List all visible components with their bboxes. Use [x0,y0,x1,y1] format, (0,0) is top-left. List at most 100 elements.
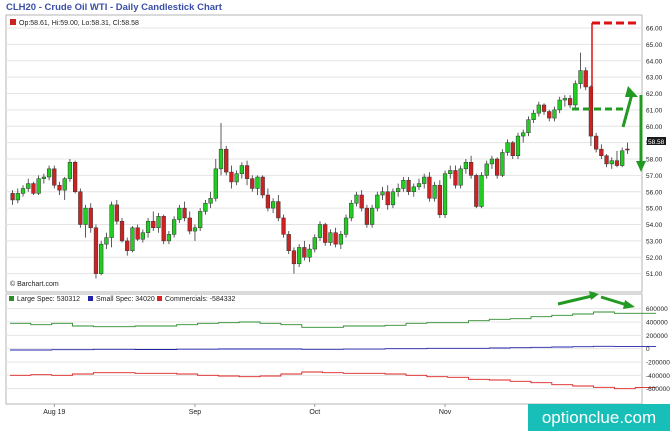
price-tick-label: 52.00 [646,255,663,262]
chart-canvas: CLH20 - Crude Oil WTI - Daily Candlestic… [0,0,670,431]
candle-body [99,243,104,274]
candle-body [234,173,239,183]
chart-title: CLH20 - Crude Oil WTI - Daily Candlestic… [6,2,223,13]
candle-body [57,184,62,191]
candle-body [328,232,333,243]
candle-body [541,104,547,112]
candle-body [390,191,396,206]
small-spec-swatch [88,296,93,301]
x-tick-label: Nov [439,409,452,416]
candle-body [104,237,109,245]
brand-text: optionclue.com [542,408,656,427]
candle-body [338,234,343,245]
candle-body [31,183,36,194]
candle-body [83,207,88,225]
price-tick-label: 62.00 [646,91,663,98]
candle-body [36,178,41,194]
candle-body [369,207,375,225]
price-tick-label: 64.00 [646,58,663,65]
price-tick-label: 56.00 [646,189,663,196]
candle-body [166,234,172,242]
price-tick-label: 54.00 [646,222,663,229]
candle-body [354,194,359,204]
candle-body [297,247,302,265]
candle-body [224,148,229,173]
candle-body [286,234,291,251]
candle-body [489,158,495,165]
candle-body [203,202,208,212]
candle-body [119,220,125,242]
candle-body [437,184,442,215]
candle-body [505,142,510,153]
candle-body [349,202,354,219]
candle-body [510,142,515,156]
cot-legend: Large Spec: 530312 Small Spec: 34020 Com… [9,296,236,303]
candle-body [578,70,583,84]
candle-body [495,158,500,176]
candle-body [364,207,370,225]
candle-body [599,148,604,156]
candle-body [333,232,338,245]
candle-body [620,150,625,166]
candle-body [192,227,198,232]
candle-body [10,193,15,201]
price-tick-label: 53.00 [646,238,663,245]
candle-body [187,217,192,232]
candle-body [218,148,224,170]
candle-body [521,132,526,137]
candle-body [453,170,458,186]
cot-tick-label: -600000 [646,386,670,393]
x-tick-label: Sep [189,409,202,416]
candle-body [125,240,130,251]
candle-body [396,188,401,193]
candle-body [276,201,281,219]
ohlc-readout: Op:58.61, Hi:59.00, Lo:58.31, Cl:58.58 [19,20,139,27]
candle-body [41,176,46,179]
candle-body [62,178,67,191]
chart-root: CLH20 - Crude Oil WTI - Daily Candlestic… [0,0,670,431]
candle-body [302,247,307,258]
candle-body [151,220,156,229]
legend-large-spec: Large Spec: 530312 [17,296,80,303]
candle-body [422,176,427,184]
candle-body [557,99,562,111]
candle-body [145,220,151,233]
candle-body [547,111,552,119]
candle-body [239,165,244,174]
candle-body [114,204,119,222]
candle-body [567,98,573,106]
candle-body [573,83,578,106]
cot-tick-label: 400000 [646,320,668,327]
price-tick-label: 61.00 [646,107,663,114]
candle-body [270,201,276,209]
candle-body [583,70,588,88]
price-tick-label: 51.00 [646,271,663,278]
x-tick-label: Aug 19 [43,409,65,416]
cot-tick-label: 200000 [646,333,668,340]
commercials-swatch [157,296,162,301]
candle-body [594,135,599,150]
candle-body [432,184,437,199]
candle-body [385,191,390,206]
cot-tick-label: 0 [646,346,650,353]
candle-body [484,163,489,176]
candle-body [161,216,166,242]
price-tick-label: 65.00 [646,42,663,49]
legend-commercials: Commercials: -584332 [165,296,236,303]
candle-body [265,194,271,209]
candle-body [93,227,99,274]
candle-body [536,104,541,114]
price-tick-label: 60.00 [646,124,663,131]
candle-body [260,176,265,196]
candle-body [416,183,422,188]
candle-body [255,176,260,189]
candle-body [609,160,614,165]
candle-body [614,160,620,166]
candle-body [291,250,297,265]
candle-body [411,186,416,192]
cot-tick-label: -400000 [646,373,670,380]
price-tick-label: 55.00 [646,206,663,213]
candle-body [26,183,31,189]
candle-body [171,219,177,235]
candle-body [468,162,474,176]
